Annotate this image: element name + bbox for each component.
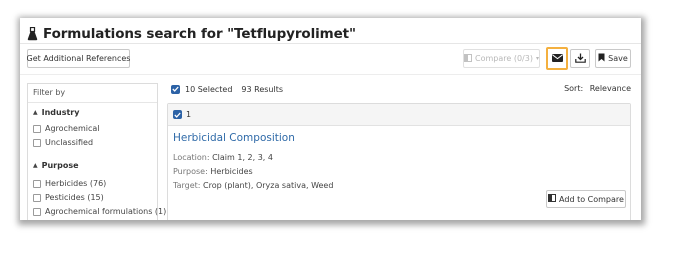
result-target: Target: Crop (plant), Oryza sativa, Weed [173,181,333,190]
filter-item-agrochemical-formulations[interactable]: Agrochemical formulations (1) [33,207,166,216]
download-button[interactable] [570,49,590,68]
checkbox[interactable] [33,207,41,216]
filter-section-industry[interactable]: ▲ Industry [33,108,79,117]
filter-item-label: Agrochemical formulations (1) [45,207,167,216]
filter-item-herbicides[interactable]: Herbicides (76) [33,179,106,188]
chevron-down-icon: ▾ [535,55,539,62]
result-checkbox[interactable] [173,110,182,119]
add-to-compare-label: Add to Compare [559,194,624,204]
flask-icon [27,27,38,41]
checkbox[interactable] [33,138,41,147]
envelope-icon [551,53,563,64]
result-index: 1 [186,110,192,119]
filter-item-label: Unclassified [45,138,94,147]
filter-section-title: Industry [41,108,80,117]
filter-item-label: Agrochemical [45,124,100,133]
toolbar-divider [20,74,641,75]
target-value: Crop (plant), Oryza sativa, Weed [203,181,334,190]
compare-button[interactable]: Compare (0/3) ▾ [463,49,540,68]
caret-up-icon: ▲ [33,162,38,169]
page-title: Formulations search for "Tetflupyrolimet… [43,26,356,42]
results-bar: 10 Selected 93 Results Sort: Relevance [171,81,631,97]
purpose-value: Herbicides [210,167,253,176]
get-additional-references-button[interactable]: Get Additional References [27,49,130,68]
location-label: Location: [173,153,210,162]
purpose-label: Purpose: [173,167,208,176]
header-divider [20,43,641,44]
target-label: Target: [173,181,201,190]
get-additional-references-label: Get Additional References [26,54,131,63]
page-header: Formulations search for "Tetflupyrolimet… [27,24,356,44]
add-to-compare-button[interactable]: Add to Compare [546,190,626,208]
result-title-link[interactable]: Herbicidal Composition [173,132,295,144]
checkbox[interactable] [33,124,41,133]
result-card-header: 1 [168,104,630,126]
result-purpose: Purpose: Herbicides [173,167,253,176]
sort-label: Sort: [564,84,584,93]
bookmark-icon [598,53,605,64]
result-card: 1 Herbicidal Composition Location: Claim… [167,103,631,220]
filter-item-unclassified[interactable]: Unclassified [33,138,93,147]
filter-section-purpose[interactable]: ▲ Purpose [33,161,79,170]
download-icon [574,53,586,65]
app-window: Formulations search for "Tetflupyrolimet… [20,18,641,220]
filter-sidebar: Filter by ▲ Industry Agrochemical Unclas… [27,83,166,220]
save-label: Save [608,54,628,63]
save-button[interactable]: Save [595,49,631,68]
select-all-checkbox[interactable] [171,84,180,94]
location-value: Claim 1, 2, 3, 4 [212,153,273,162]
compare-icon [548,194,557,204]
filter-section-title: Purpose [41,161,79,170]
results-count: 93 Results [241,84,284,94]
selected-count: 10 Selected [185,84,233,94]
caret-up-icon: ▲ [33,109,38,116]
sort-value[interactable]: Relevance [590,84,631,93]
filter-item-agrochemical[interactable]: Agrochemical [33,124,100,133]
checkbox[interactable] [33,193,41,202]
filter-divider [28,102,157,103]
sort-control[interactable]: Sort: Relevance [564,84,631,93]
compare-label: Compare (0/3) [475,54,533,63]
checkbox[interactable] [33,179,41,188]
email-button[interactable] [546,47,568,70]
filter-item-label: Herbicides (76) [45,179,107,188]
result-location: Location: Claim 1, 2, 3, 4 [173,153,273,162]
filter-item-label: Pesticides (15) [45,193,104,202]
compare-icon [464,53,473,64]
filter-by-heading: Filter by [33,88,66,97]
filter-item-pesticides[interactable]: Pesticides (15) [33,193,104,202]
